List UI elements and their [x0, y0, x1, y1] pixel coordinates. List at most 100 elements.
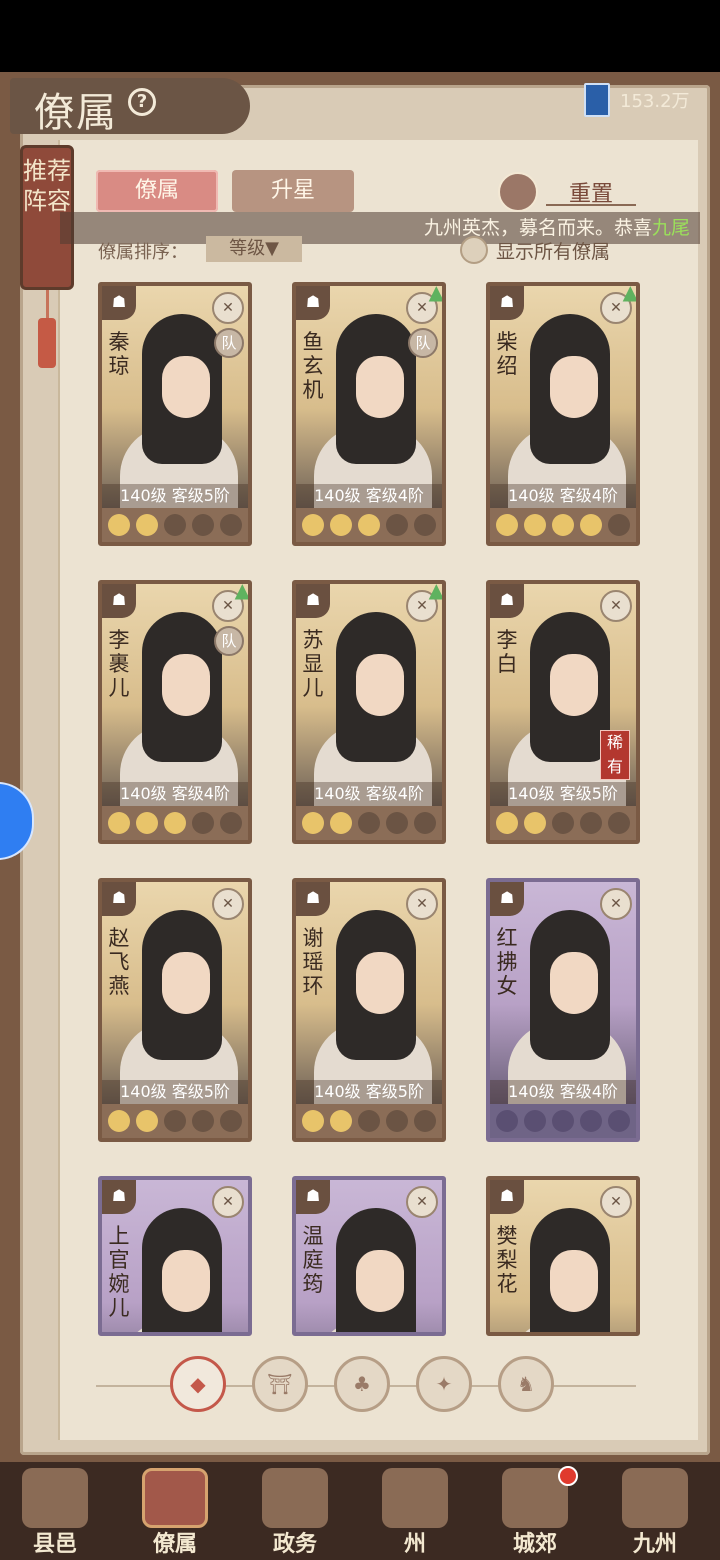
moon-icon	[136, 1110, 158, 1132]
moon-icon	[108, 514, 130, 536]
team-badge: 队	[214, 328, 244, 358]
class-icon: ☗	[296, 1180, 330, 1214]
affairs-icon	[262, 1468, 328, 1528]
county-icon	[22, 1468, 88, 1528]
state-icon	[382, 1468, 448, 1528]
show-all-toggle[interactable]: 显示所有僚属	[460, 236, 610, 264]
retainer-card[interactable]: ☗ ✕ 红拂女 140级 客级4阶	[486, 878, 640, 1142]
skill-icon: ✕	[600, 590, 632, 622]
rank-moons	[490, 1104, 636, 1138]
upgrade-arrow-icon: ▲	[428, 282, 444, 304]
currency-display[interactable]: 153.2万	[584, 80, 704, 120]
nav-state[interactable]: 州	[360, 1462, 470, 1560]
retainer-card[interactable]: ☗ ✕ 李裹儿队 ▲ 140级 客级4阶	[98, 580, 252, 844]
retainer-name: 秦琼	[108, 330, 130, 378]
class-icon: ☗	[490, 286, 524, 320]
skill-icon: ✕	[406, 1186, 438, 1218]
class-icon: ☗	[490, 882, 524, 916]
nav-nine-states[interactable]: 九州	[600, 1462, 710, 1560]
nav-county[interactable]: 县邑	[0, 1462, 110, 1560]
moon-icon	[524, 1110, 546, 1132]
nav-retainers[interactable]: 僚属	[120, 1462, 230, 1560]
class-icon: ☗	[296, 584, 330, 618]
skill-icon: ✕	[212, 888, 244, 920]
moon-icon	[192, 514, 214, 536]
moon-icon	[524, 812, 546, 834]
class-icon: ☗	[102, 286, 136, 320]
reset-portrait-icon[interactable]	[498, 172, 538, 212]
book-currency-icon	[584, 83, 610, 117]
moon-icon	[220, 514, 242, 536]
skill-icon: ✕	[600, 1186, 632, 1218]
retainer-card[interactable]: ☗ ✕ 苏显儿 ▲ 140级 客级4阶	[292, 580, 446, 844]
portrait-face	[356, 952, 404, 1014]
class-icon: ☗	[296, 882, 330, 916]
page-title: 僚属	[34, 90, 118, 136]
nav-suburb[interactable]: 城郊	[480, 1462, 590, 1560]
moon-icon	[108, 1110, 130, 1132]
filter-all-icon[interactable]: ◆	[170, 1356, 226, 1412]
moon-icon	[136, 514, 158, 536]
moon-icon	[608, 514, 630, 536]
moon-icon	[496, 812, 518, 834]
moon-icon	[552, 514, 574, 536]
moon-icon	[386, 812, 408, 834]
filter-fan-icon[interactable]: ✦	[416, 1356, 472, 1412]
moon-icon	[136, 812, 158, 834]
filter-gourd-icon[interactable]: ♣	[334, 1356, 390, 1412]
portrait-face	[162, 952, 210, 1014]
retainer-card[interactable]: ☗ ✕ 秦琼 队 140级 客级5阶	[98, 282, 252, 546]
retainer-card[interactable]: ☗ ✕ 李白 稀有 140级 客级5阶	[486, 580, 640, 844]
reset-button[interactable]: 重置	[546, 176, 636, 207]
rare-badge: 稀有	[600, 730, 630, 780]
portrait-face	[356, 356, 404, 418]
tab-star-up[interactable]: 升星	[232, 170, 354, 212]
retainer-card[interactable]: ☗ ✕ 谢瑶环 140级 客级5阶	[292, 878, 446, 1142]
rank-moons	[102, 1104, 248, 1138]
moon-icon	[414, 514, 436, 536]
class-icon: ☗	[102, 882, 136, 916]
moon-icon	[386, 514, 408, 536]
portrait-face	[356, 654, 404, 716]
nav-affairs[interactable]: 政务	[240, 1462, 350, 1560]
moon-icon	[302, 514, 324, 536]
rank-moons	[102, 508, 248, 542]
status-bar	[0, 0, 720, 72]
retainer-card[interactable]: ☗ ✕ 上官婉儿	[98, 1176, 252, 1336]
checkbox-icon[interactable]	[460, 236, 488, 264]
sort-label: 僚属排序：	[98, 242, 188, 263]
marquee-highlight: 九尾	[651, 217, 690, 239]
show-all-label: 显示所有僚属	[496, 240, 611, 263]
help-icon[interactable]: ?	[128, 88, 156, 116]
filter-hat-icon[interactable]: ⛩	[252, 1356, 308, 1412]
retainer-name: 赵飞燕	[108, 926, 130, 998]
retainer-card[interactable]: ☗ ✕ 樊梨花	[486, 1176, 640, 1336]
retainer-name: 上官婉儿	[108, 1224, 130, 1320]
level-stats: 140级 客级5阶	[296, 1080, 442, 1104]
tab-retainers[interactable]: 僚属	[96, 170, 218, 212]
class-icon: ☗	[490, 584, 524, 618]
bottom-nav: 县邑 僚属 政务 州 城郊 九州	[0, 1462, 720, 1560]
retainer-card[interactable]: ☗ ✕ 鱼玄机队 ▲ 140级 客级4阶	[292, 282, 446, 546]
moon-icon	[330, 812, 352, 834]
skill-icon: ✕	[212, 292, 244, 324]
retainer-card[interactable]: ☗ ✕ 柴绍 ▲ 140级 客级4阶	[486, 282, 640, 546]
retainer-card[interactable]: ☗ ✕ 赵飞燕 140级 客级5阶	[98, 878, 252, 1142]
moon-icon	[580, 1110, 602, 1132]
retainer-name: 谢瑶环	[302, 926, 324, 998]
tassel-icon	[38, 318, 56, 368]
class-icon: ☗	[296, 286, 330, 320]
retainer-name: 柴绍	[496, 330, 518, 378]
level-stats: 140级 客级5阶	[102, 484, 248, 508]
moon-icon	[414, 1110, 436, 1132]
filter-beast-icon[interactable]: ♞	[498, 1356, 554, 1412]
retainer-name: 李裹儿	[108, 628, 130, 700]
sort-dropdown[interactable]: 等级▼	[206, 236, 302, 262]
skill-icon: ✕	[600, 888, 632, 920]
retainer-card[interactable]: ☗ ✕ 温庭筠	[292, 1176, 446, 1336]
level-stats: 140级 客级5阶	[490, 782, 636, 806]
moon-icon	[330, 1110, 352, 1132]
level-stats: 140级 客级5阶	[102, 1080, 248, 1104]
retainer-name: 红拂女	[496, 926, 518, 998]
moon-icon	[496, 514, 518, 536]
